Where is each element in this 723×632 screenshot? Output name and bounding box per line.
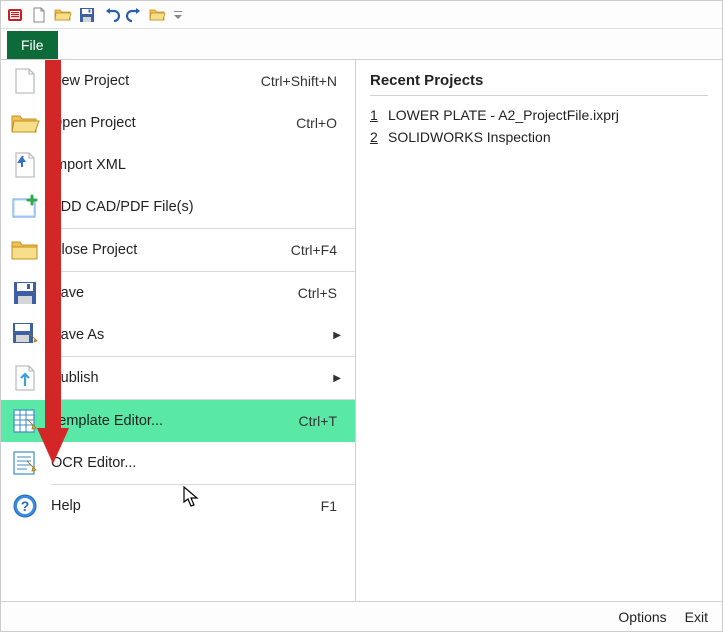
new-file-icon[interactable] xyxy=(29,5,49,25)
menu-label: Help xyxy=(51,498,321,514)
menu-label: New Project xyxy=(51,73,261,89)
menu-label: Template Editor... xyxy=(51,413,299,429)
menu-new-project[interactable]: New Project Ctrl+Shift+N xyxy=(1,60,355,102)
menu-open-project[interactable]: Open Project Ctrl+O xyxy=(1,102,355,144)
new-project-icon xyxy=(7,65,43,97)
redo-icon[interactable] xyxy=(125,5,145,25)
backstage-footer: Options Exit xyxy=(1,601,722,631)
menu-shortcut: Ctrl+S xyxy=(298,285,337,301)
recent-item-label: SOLIDWORKS Inspection xyxy=(388,129,551,145)
recent-item-number: 2 xyxy=(370,129,388,145)
menu-import-xml[interactable]: Import XML xyxy=(1,144,355,186)
publish-icon xyxy=(7,362,43,394)
menu-label: Save As xyxy=(51,327,333,343)
options-button[interactable]: Options xyxy=(618,609,666,625)
submenu-arrow-icon: ▶ xyxy=(333,373,341,384)
qat-dropdown-icon[interactable] xyxy=(173,5,183,25)
ocr-editor-icon xyxy=(7,447,43,479)
undo-icon[interactable] xyxy=(101,5,121,25)
menu-label: Close Project xyxy=(51,242,291,258)
file-tab[interactable]: File xyxy=(7,31,58,59)
import-xml-icon xyxy=(7,149,43,181)
menu-label: Publish xyxy=(51,370,333,386)
close-project-icon xyxy=(7,234,43,266)
menu-ocr-editor[interactable]: OCR Editor... xyxy=(1,442,355,484)
menu-close-project[interactable]: Close Project Ctrl+F4 xyxy=(1,229,355,271)
menu-label: Save xyxy=(51,285,298,301)
open-folder-icon[interactable] xyxy=(53,5,73,25)
recent-projects-panel: Recent Projects 1 LOWER PLATE - A2_Proje… xyxy=(356,60,722,601)
menu-label: Import XML xyxy=(51,157,345,173)
save-menu-icon xyxy=(7,277,43,309)
menu-label: Open Project xyxy=(51,115,296,131)
menu-add-cad[interactable]: ADD CAD/PDF File(s) xyxy=(1,186,355,228)
menu-save[interactable]: Save Ctrl+S xyxy=(1,272,355,314)
open-project-icon xyxy=(7,107,43,139)
recent-project-item[interactable]: 2 SOLIDWORKS Inspection xyxy=(370,126,708,148)
app-logo-icon[interactable] xyxy=(5,5,25,25)
help-icon: ? xyxy=(7,490,43,522)
add-cad-icon xyxy=(7,191,43,223)
template-editor-icon xyxy=(7,405,43,437)
save-icon[interactable] xyxy=(77,5,97,25)
menu-save-as[interactable]: Save As ▶ xyxy=(1,314,355,356)
submenu-arrow-icon: ▶ xyxy=(333,330,341,341)
menu-shortcut: Ctrl+O xyxy=(296,115,337,131)
recent-projects-title: Recent Projects xyxy=(370,72,708,96)
menu-publish[interactable]: Publish ▶ xyxy=(1,357,355,399)
menu-shortcut: Ctrl+T xyxy=(299,413,338,429)
ribbon-tabs: File xyxy=(1,29,722,59)
recent-project-item[interactable]: 1 LOWER PLATE - A2_ProjectFile.ixprj xyxy=(370,104,708,126)
menu-label: ADD CAD/PDF File(s) xyxy=(51,199,345,215)
save-as-icon xyxy=(7,319,43,351)
recent-item-number: 1 xyxy=(370,107,388,123)
menu-label: OCR Editor... xyxy=(51,455,345,471)
menu-shortcut: Ctrl+F4 xyxy=(291,242,337,258)
file-menu: New Project Ctrl+Shift+N Open Project Ct… xyxy=(1,60,356,601)
file-backstage: New Project Ctrl+Shift+N Open Project Ct… xyxy=(1,59,722,601)
folder-dropdown-icon[interactable] xyxy=(149,5,169,25)
quick-access-toolbar xyxy=(1,1,722,29)
menu-shortcut: F1 xyxy=(321,498,337,514)
menu-template-editor[interactable]: Template Editor... Ctrl+T xyxy=(1,400,355,442)
svg-text:?: ? xyxy=(21,498,30,514)
recent-item-label: LOWER PLATE - A2_ProjectFile.ixprj xyxy=(388,107,619,123)
menu-shortcut: Ctrl+Shift+N xyxy=(261,73,337,89)
menu-help[interactable]: ? Help F1 xyxy=(1,485,355,527)
exit-button[interactable]: Exit xyxy=(685,609,708,625)
